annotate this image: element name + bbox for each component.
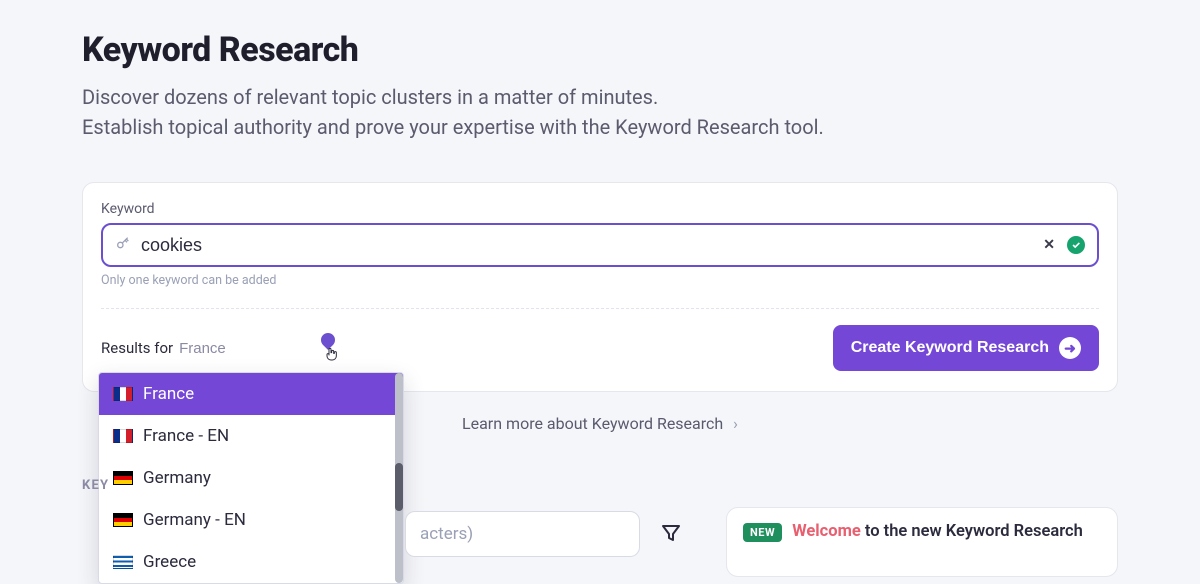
country-option-germany-en[interactable]: Germany - EN	[99, 499, 403, 541]
create-button-label: Create Keyword Research	[851, 339, 1049, 357]
country-option-germany[interactable]: Germany	[99, 457, 403, 499]
results-for-label: Results for	[101, 339, 173, 357]
country-input[interactable]	[179, 340, 249, 357]
search-placeholder-fragment: acters)	[420, 524, 473, 544]
keyword-hint: Only one keyword can be added	[101, 273, 1099, 288]
welcome-rest: to the new Keyword Research	[861, 522, 1083, 541]
keyword-input-container[interactable]: ✕	[101, 223, 1099, 267]
flag-france-icon	[113, 387, 133, 401]
welcome-accent: Welcome	[792, 522, 861, 541]
welcome-card: NEW Welcome to the new Keyword Research	[726, 507, 1118, 577]
dropdown-scrollbar-thumb[interactable]	[395, 463, 403, 511]
subtitle-line-2: Establish topical authority and prove yo…	[82, 115, 824, 139]
subtitle-line-1: Discover dozens of relevant topic cluste…	[82, 85, 658, 109]
page-subtitle: Discover dozens of relevant topic cluste…	[82, 82, 1118, 142]
clear-keyword-icon[interactable]: ✕	[1043, 237, 1055, 253]
divider	[101, 308, 1099, 309]
country-option-france[interactable]: France	[99, 373, 403, 415]
country-option-label: France - EN	[143, 426, 229, 446]
flag-germany-icon	[113, 471, 133, 485]
country-option-france-en[interactable]: France - EN	[99, 415, 403, 457]
country-option-label: Germany - EN	[143, 510, 246, 530]
search-input-peek[interactable]: acters)	[405, 511, 640, 557]
chevron-right-icon: ›	[733, 414, 738, 433]
keyword-input[interactable]	[141, 235, 1033, 256]
learn-more-label: Learn more about Keyword Research	[462, 414, 723, 433]
keyword-research-card: Keyword ✕ Only one keyword can be added …	[82, 182, 1118, 392]
filter-icon[interactable]	[656, 518, 686, 548]
flag-greece-icon	[113, 555, 133, 569]
key-icon	[115, 235, 131, 255]
country-option-label: Greece	[143, 552, 196, 572]
create-research-button[interactable]: Create Keyword Research ➜	[833, 325, 1099, 371]
arrow-right-icon: ➜	[1059, 337, 1081, 359]
country-option-label: Germany	[143, 468, 211, 488]
page-title: Keyword Research	[82, 30, 1118, 70]
section-label-fragment: KEY	[82, 478, 109, 493]
keyword-field-label: Keyword	[101, 201, 1099, 217]
new-badge: NEW	[743, 523, 782, 542]
flag-france-icon	[113, 429, 133, 443]
flag-germany-icon	[113, 513, 133, 527]
keyword-valid-icon	[1067, 236, 1085, 254]
results-for-row: Results for	[101, 339, 249, 357]
cursor-hand-icon	[323, 345, 339, 367]
country-dropdown[interactable]: France France - EN Germany Germany - EN …	[98, 372, 404, 584]
country-option-label: France	[143, 384, 194, 404]
